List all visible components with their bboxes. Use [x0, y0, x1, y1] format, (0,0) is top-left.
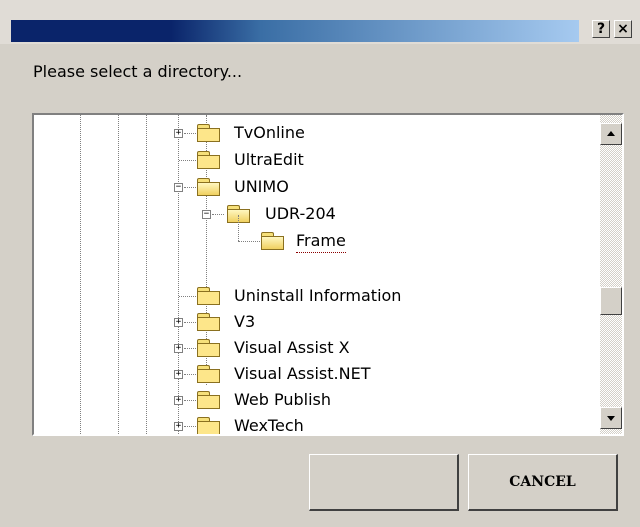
tree-content: + TvOnline UltraEdit − UNIMO − UDR-204 F… — [34, 115, 600, 434]
folder-icon — [196, 123, 222, 143]
open-folder-icon — [260, 231, 286, 251]
open-folder-icon — [196, 177, 222, 197]
expand-icon[interactable]: + — [174, 129, 183, 138]
tree-connector — [184, 426, 196, 427]
tree-connector — [184, 374, 196, 375]
tree-item-label: Uninstall Information — [234, 286, 402, 305]
expand-icon[interactable]: + — [174, 344, 183, 353]
tree-connector — [212, 214, 224, 215]
folder-icon — [196, 390, 222, 410]
tree-item-label: V3 — [234, 312, 256, 331]
prompt-text: Please select a directory... — [33, 62, 243, 81]
tree-connector — [179, 296, 196, 297]
tree-item-tvonline[interactable]: + TvOnline — [34, 121, 594, 147]
tree-item-label: TvOnline — [234, 123, 305, 142]
expand-icon[interactable]: + — [174, 396, 183, 405]
tree-connector — [179, 160, 196, 161]
tree-item-visual-assist-x[interactable]: + Visual Assist X — [34, 336, 594, 362]
collapse-icon[interactable]: − — [174, 183, 183, 192]
directory-tree[interactable]: + TvOnline UltraEdit − UNIMO − UDR-204 F… — [32, 113, 624, 436]
scroll-down-button[interactable] — [600, 407, 622, 429]
close-button[interactable]: × — [614, 20, 632, 38]
expand-icon[interactable]: + — [174, 422, 183, 431]
expand-icon[interactable]: + — [174, 318, 183, 327]
tree-connector — [184, 133, 196, 134]
tree-item-label: UltraEdit — [234, 150, 304, 169]
tree-item-label: Visual Assist.NET — [234, 364, 371, 383]
tree-connector — [238, 241, 260, 242]
tree-connector — [184, 348, 196, 349]
tree-item-v3[interactable]: + V3 — [34, 310, 594, 336]
tree-connector — [238, 215, 239, 241]
folder-icon — [196, 312, 222, 332]
help-icon: ? — [596, 21, 606, 37]
folder-icon — [196, 150, 222, 170]
expand-icon[interactable]: + — [174, 370, 183, 379]
vertical-scrollbar[interactable] — [600, 115, 622, 434]
tree-item-label: UNIMO — [234, 177, 289, 196]
scroll-up-button[interactable] — [600, 123, 622, 145]
tree-item-unimo[interactable]: − UNIMO — [34, 175, 594, 201]
tree-connector — [184, 322, 196, 323]
ok-button[interactable] — [309, 454, 459, 511]
tree-item-visual-assist-net[interactable]: + Visual Assist.NET — [34, 362, 594, 388]
collapse-icon[interactable]: − — [202, 210, 211, 219]
tree-item-label: WexTech — [234, 416, 304, 434]
open-folder-icon — [226, 204, 252, 224]
folder-icon — [196, 416, 222, 434]
tree-item-frame[interactable]: Frame — [34, 215, 594, 255]
folder-icon — [196, 286, 222, 306]
title-bar-gradient — [11, 20, 579, 42]
close-icon: × — [617, 21, 629, 37]
tree-item-web-publish[interactable]: + Web Publish — [34, 388, 594, 414]
tree-item-label: Visual Assist X — [234, 338, 350, 357]
scroll-thumb[interactable] — [600, 287, 622, 315]
tree-item-udr-204[interactable]: − UDR-204 — [34, 202, 594, 228]
tree-item-label: UDR-204 — [265, 204, 336, 223]
tree-item-uninstall-information[interactable]: Uninstall Information — [34, 284, 594, 310]
tree-item-label: Web Publish — [234, 390, 331, 409]
folder-icon — [196, 364, 222, 384]
tree-connector — [184, 187, 196, 188]
folder-icon — [196, 338, 222, 358]
tree-item-wextech[interactable]: + WexTech — [34, 414, 594, 434]
tree-item-label: Frame — [296, 230, 346, 253]
tree-connector — [184, 400, 196, 401]
tree-item-ultraedit[interactable]: UltraEdit — [34, 148, 594, 174]
help-button[interactable]: ? — [592, 20, 610, 38]
title-bar[interactable]: ? × — [0, 0, 640, 44]
cancel-button[interactable]: CANCEL — [468, 454, 618, 511]
